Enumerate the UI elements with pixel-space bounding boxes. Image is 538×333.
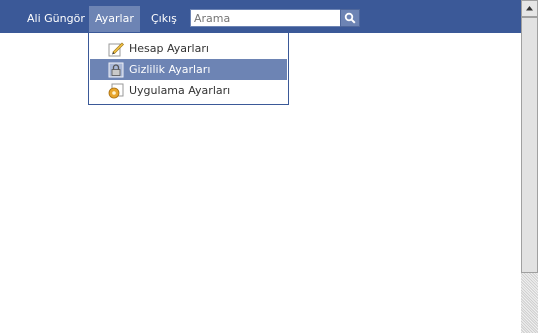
scrollbar-thumb[interactable] [521,17,538,273]
profile-link[interactable]: Ali Güngör [27,7,85,30]
scrollbar-track[interactable] [521,273,538,333]
vertical-scrollbar[interactable] [521,0,538,333]
menu-item-label: Uygulama Ayarları [129,84,231,97]
menu-item-privacy-settings[interactable]: Gizlilik Ayarları [90,59,287,80]
search-button[interactable] [340,9,360,27]
menu-item-account-settings[interactable]: Hesap Ayarları [90,38,287,59]
scroll-up-button[interactable] [521,0,538,17]
menu-item-label: Gizlilik Ayarları [129,63,211,76]
app-icon [108,83,124,98]
menu-item-application-settings[interactable]: Uygulama Ayarları [90,80,287,101]
search-input[interactable] [190,9,344,27]
arrow-up-icon [526,6,533,11]
settings-menu-button[interactable]: Ayarlar [89,6,140,32]
lock-icon [108,62,124,77]
pencil-icon [108,42,124,56]
top-navigation-bar: Ali Güngör Ayarlar Çıkış [0,0,521,33]
menu-item-label: Hesap Ayarları [129,42,209,55]
settings-dropdown-menu: Hesap Ayarları Gizlilik Ayarları Uygulam… [88,32,289,105]
search-icon [344,12,356,24]
logout-link[interactable]: Çıkış [151,7,177,30]
